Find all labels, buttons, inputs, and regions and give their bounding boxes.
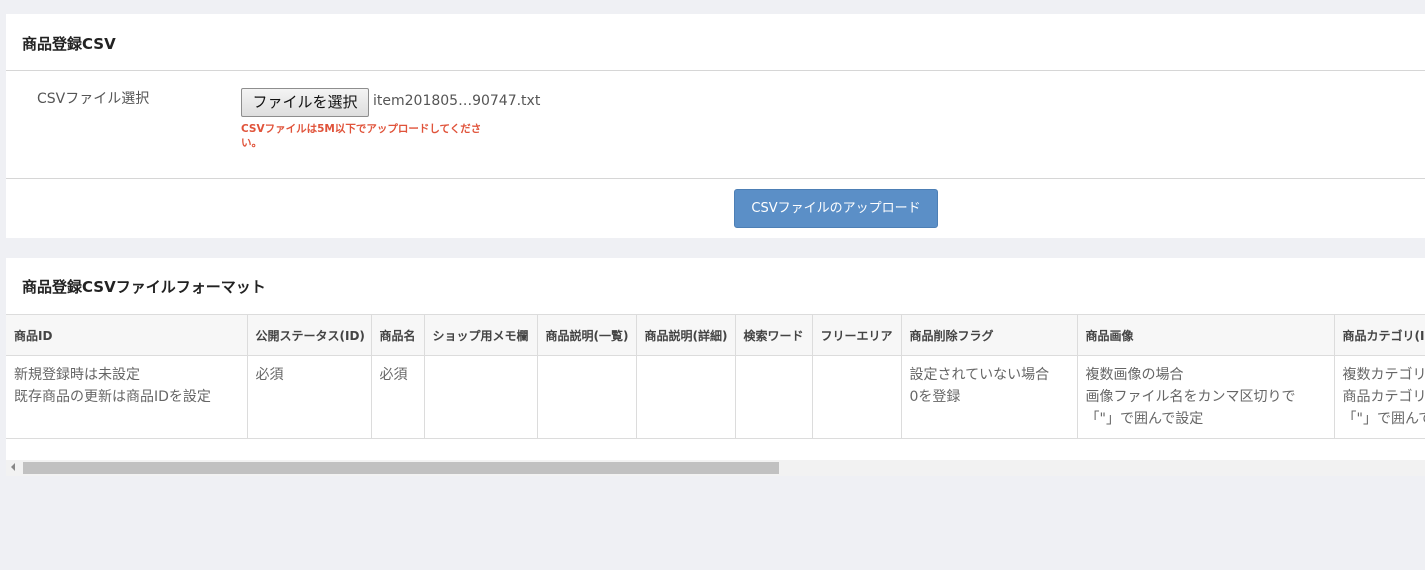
column-header: 商品説明(一覧) [536, 314, 637, 356]
column-header: 商品削除フラグ [900, 314, 1078, 356]
csv-upload-button[interactable]: CSVファイルのアップロード [734, 189, 938, 228]
file-size-hint: CSVファイルは5M以下でアップロードしてください。 [241, 123, 482, 149]
format-table: 商品ID 公開ステータス(ID) 商品名 ショップ用メモ欄 商品説明(一覧) 商品説明(詳… [6, 314, 1425, 439]
cell-text: 設定されていない場合 [909, 367, 1050, 383]
table-cell: 複数画像の場合画像ファイル名をカンマ区切りで 「"」で囲んで設定 [1076, 355, 1335, 439]
cell-text: 0を登録 [909, 389, 961, 405]
scroll-left-arrow-icon[interactable] [11, 463, 15, 471]
table-cell: 設定されていない場合 0を登録 [900, 355, 1078, 439]
cell-text: 必須 [255, 367, 284, 383]
scroll-thumb[interactable] [23, 462, 779, 474]
csv-file-label: CSVファイル選択 [37, 91, 150, 107]
cell-text: 複数カテゴリの場合 [1342, 367, 1425, 383]
cell-text: 「"」で囲んで設定 [1342, 411, 1425, 427]
cell-text: 「"」で囲んで設定 [1085, 411, 1204, 427]
column-header: 商品説明(詳細) [635, 314, 736, 356]
format-table-container: 商品ID 公開ステータス(ID) 商品名 ショップ用メモ欄 商品説明(一覧) 商品説明(詳… [6, 314, 1425, 440]
cell-text: 画像ファイル名をカンマ区切りで [1085, 389, 1296, 405]
table-cell [734, 355, 813, 439]
cell-text: 必須 [379, 367, 408, 383]
table-cell [423, 355, 538, 439]
selected-file-name: item201805…90747.txt [373, 93, 541, 109]
cell-text: 商品カテゴリIDをカンマ区切りで [1342, 389, 1425, 405]
horizontal-scrollbar[interactable] [6, 460, 1425, 476]
choose-file-button[interactable]: ファイルを選択 [241, 88, 369, 117]
csv-format-panel: 商品登録CSVファイルフォーマット 商品ID 公開ステータス(ID) 商品名 ショップ… [6, 258, 1425, 460]
column-header: 公開ステータス(ID) [246, 314, 372, 356]
panel-title: 商品登録CSV [22, 35, 116, 53]
table-cell [811, 355, 902, 439]
column-header: 商品画像 [1076, 314, 1335, 356]
table-cell: 複数カテゴリの場合商品カテゴリIDをカンマ区切りで「"」で囲んで設定 [1333, 355, 1425, 439]
column-header: 商品カテゴリ(ID) [1333, 314, 1425, 356]
cell-text: 複数画像の場合 [1085, 367, 1184, 383]
column-header: 商品ID [6, 314, 248, 356]
column-header: フリーエリア [811, 314, 902, 356]
panel-title: 商品登録CSVファイルフォーマット [22, 278, 266, 296]
column-header: 検索ワード [734, 314, 813, 356]
table-cell: 必須 [370, 355, 425, 439]
column-header: 商品名 [370, 314, 425, 356]
table-header-row: 商品ID 公開ステータス(ID) 商品名 ショップ用メモ欄 商品説明(一覧) 商品説明(詳… [6, 314, 1425, 356]
table-cell [536, 355, 637, 439]
table-row: 新規登録時は未設定 既存商品の更新は商品IDを設定 必須 必須 設定されていない場合 0を… [6, 355, 1425, 439]
divider [6, 178, 1425, 179]
divider [6, 70, 1425, 71]
table-cell [635, 355, 736, 439]
table-cell: 必須 [246, 355, 372, 439]
cell-text: 新規登録時は未設定 [14, 367, 140, 383]
csv-upload-panel: 商品登録CSV CSVファイル選択 ファイルを選択 item201805…907… [6, 14, 1425, 238]
table-cell: 新規登録時は未設定既存商品の更新は商品IDを設定 [6, 355, 248, 439]
column-header: ショップ用メモ欄 [423, 314, 538, 356]
cell-text: 既存商品の更新は商品IDを設定 [14, 389, 211, 405]
